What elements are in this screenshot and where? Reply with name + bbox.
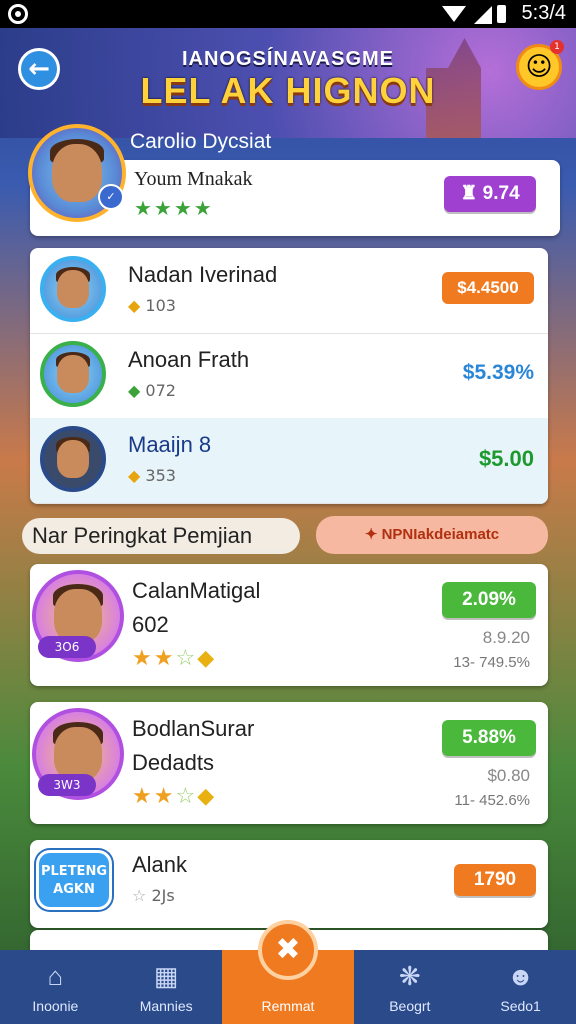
list-item[interactable]: Anoan Frath ◆ 072 $5.39% bbox=[30, 333, 548, 419]
nav-puzzle[interactable]: ❋ Beogrt bbox=[354, 950, 465, 1024]
avatar-face bbox=[56, 270, 90, 308]
player-name: BodlanSurar bbox=[132, 716, 255, 741]
section-action-label: NPNIakdeiamatc bbox=[381, 526, 500, 543]
smiley-icon: ☺ bbox=[525, 52, 553, 82]
player-score: ◆ 103 bbox=[128, 296, 176, 315]
home-icon: ⌂ bbox=[47, 961, 64, 991]
page-title: LEL AK HIGNON bbox=[140, 70, 436, 111]
player-subname: 602 bbox=[132, 612, 169, 637]
nav-user[interactable]: ☻ Sedo1 bbox=[465, 950, 576, 1024]
player-value: $4.4500 bbox=[442, 272, 534, 304]
player-value-badge[interactable]: 1790 bbox=[454, 864, 536, 896]
score-value: 103 bbox=[145, 296, 176, 315]
star-icon: ☆ bbox=[132, 886, 152, 905]
center-action-button[interactable]: ✖ bbox=[258, 920, 318, 980]
player-score: ◆ 353 bbox=[128, 466, 176, 485]
player-logo-badge: PLETENG AGKN bbox=[36, 850, 112, 910]
avatar-face bbox=[56, 355, 90, 393]
nav-label: Remmat bbox=[261, 998, 315, 1014]
notification-badge: 1 bbox=[550, 40, 564, 54]
featured-stars-icon: ★★★★ bbox=[134, 196, 214, 220]
featured-name: Youm Mnakak bbox=[134, 168, 253, 190]
player-card[interactable]: PLETENG AGKN Alank ☆ 2Js 1790 bbox=[30, 840, 548, 928]
player-score: ☆ 2Js bbox=[132, 886, 175, 905]
gem-icon: ◆ bbox=[128, 296, 146, 315]
level-badge: 3O6 bbox=[38, 636, 96, 658]
section-action-button[interactable]: ✦ NPNIakdeiamatc bbox=[316, 516, 548, 554]
player-value: $5.39% bbox=[462, 361, 534, 384]
player-value-badge[interactable]: 2.09% bbox=[442, 582, 536, 618]
player-subname: Dedadts bbox=[132, 750, 214, 775]
status-time: 5:3/4 bbox=[521, 2, 566, 24]
featured-value: 9.74 bbox=[482, 183, 520, 204]
player-value-badge[interactable]: 5.88% bbox=[442, 720, 536, 756]
shield-icon: ✓ bbox=[98, 184, 124, 210]
gem-icon: ◆ bbox=[128, 381, 146, 400]
player-name: Maaijn 8 bbox=[128, 432, 212, 457]
header: ← IANOGSÍNAVASGME LEL AK HIGNON ☺ 1 bbox=[0, 28, 576, 138]
nav-calendar[interactable]: ▦ Mannies bbox=[111, 950, 222, 1024]
avatar bbox=[40, 341, 106, 407]
avatar bbox=[40, 256, 106, 322]
avatar-face bbox=[51, 144, 103, 202]
player-name: Alank bbox=[132, 852, 188, 877]
featured-value-badge[interactable]: ♜ 9.74 bbox=[444, 176, 536, 212]
player-name: CalanMatigal bbox=[132, 578, 261, 603]
calendar-icon: ▦ bbox=[153, 961, 179, 991]
wifi-icon bbox=[442, 6, 466, 22]
nav-label: Mannies bbox=[139, 998, 193, 1014]
avatar-face bbox=[54, 589, 102, 643]
signal-icon bbox=[474, 6, 492, 24]
nav-home[interactable]: ⌂ Inoonie bbox=[0, 950, 111, 1024]
status-bar: 5:3/4 bbox=[0, 0, 576, 28]
player-sub-value: $0.80 bbox=[487, 766, 530, 785]
nav-label: Beogrt bbox=[389, 998, 431, 1014]
featured-label: Carolio Dycsiat bbox=[130, 130, 272, 153]
player-name: Nadan Iverinad bbox=[128, 262, 278, 287]
list-item[interactable]: Nadan Iverinad ◆ 103 $4.4500 bbox=[30, 248, 548, 334]
gem-icon: ◆ bbox=[128, 466, 146, 485]
player-card[interactable]: 3O6 CalanMatigal 602 ★★☆◆ 2.09% 8.9.20 1… bbox=[30, 564, 548, 686]
avatar-face bbox=[56, 440, 90, 478]
level-badge: 3W3 bbox=[38, 774, 96, 796]
stars-icon: ★★☆◆ bbox=[132, 784, 217, 809]
header-subtitle: IANOGSÍNAVASGME bbox=[181, 48, 395, 70]
score-value: 353 bbox=[145, 466, 176, 485]
avatar bbox=[40, 426, 106, 492]
section-title: Nar Peringkat Pemjian bbox=[22, 518, 300, 554]
puzzle-icon: ✦ bbox=[364, 526, 382, 543]
player-card[interactable]: 3W3 BodlanSurar Dedadts ★★☆◆ 5.88% $0.80… bbox=[30, 702, 548, 824]
leaderboard-list: Nadan Iverinad ◆ 103 $4.4500 Anoan Frath… bbox=[30, 248, 548, 504]
close-icon: ✖ bbox=[275, 932, 301, 967]
battery-icon bbox=[497, 5, 506, 23]
nav-label: Inoonie bbox=[32, 998, 79, 1014]
puzzle-icon: ❋ bbox=[398, 961, 421, 991]
featured-avatar[interactable]: ✓ bbox=[28, 124, 126, 222]
list-item[interactable]: Maaijn 8 ◆ 353 $5.00 bbox=[30, 418, 548, 504]
user-icon: ☻ bbox=[506, 961, 535, 991]
stars-icon: ★★☆◆ bbox=[132, 646, 217, 671]
player-sub-stat: 11- 452.6% bbox=[454, 792, 530, 809]
player-value: $5.00 bbox=[478, 446, 534, 471]
score-value: 2Js bbox=[151, 886, 175, 905]
player-sub-stat: 13- 749.5% bbox=[453, 654, 530, 671]
nav-label: Sedo1 bbox=[500, 998, 541, 1014]
player-sub-value: 8.9.20 bbox=[482, 628, 530, 647]
player-name: Anoan Frath bbox=[128, 347, 250, 372]
player-score: ◆ 072 bbox=[128, 381, 176, 400]
score-value: 072 bbox=[145, 381, 176, 400]
trophy-icon: ♜ bbox=[460, 183, 483, 204]
avatar-face bbox=[54, 727, 102, 781]
app-status-icon bbox=[8, 4, 28, 24]
